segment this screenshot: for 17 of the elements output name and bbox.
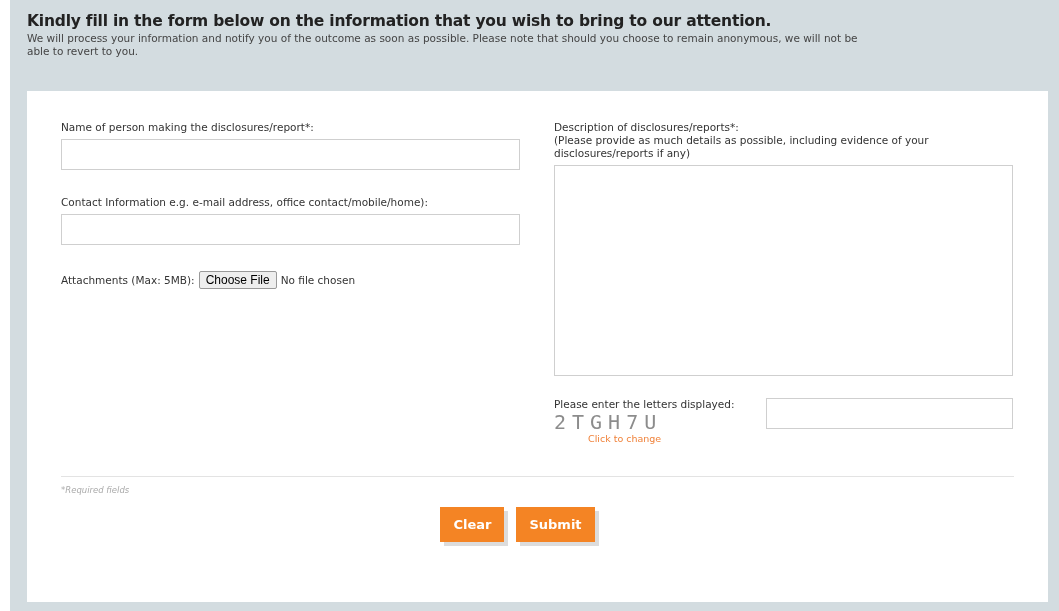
captcha-field[interactable] bbox=[766, 398, 1013, 429]
field-label: Please enter the letters displayed: bbox=[554, 398, 736, 411]
input-field[interactable] bbox=[61, 139, 520, 170]
choose-file-button[interactable]: Choose File bbox=[198, 271, 277, 289]
captcha-code: 2TGH7U bbox=[554, 411, 664, 433]
input-field[interactable] bbox=[61, 214, 520, 245]
intro-text: We will process your information and notify you of the outcome as soon as possible. Please note that should you choose to remain anonymous, we will not be able to revert to you. bbox=[27, 32, 859, 58]
required-note: *Required fields bbox=[61, 485, 131, 495]
field-label: Name of person making the disclosures/report*: bbox=[61, 121, 315, 134]
field-label: Attachments (Max: 5MB): bbox=[61, 274, 195, 286]
form-title: Kindly fill in the form below on the information that you wish to bring to our attention. bbox=[27, 12, 773, 30]
field-hint: (Please provide as much details as possible, including evidence of your disclosures/reports if any) bbox=[554, 134, 930, 160]
change-captcha-link[interactable]: Click to change bbox=[588, 433, 738, 444]
file-status: No file chosen bbox=[280, 274, 356, 286]
description-field[interactable] bbox=[554, 165, 1013, 376]
field-label: Description of disclosures/reports*: bbox=[554, 121, 740, 134]
field-label: Contact Information e.g. e-mail address, office contact/mobile/home): bbox=[61, 196, 429, 209]
